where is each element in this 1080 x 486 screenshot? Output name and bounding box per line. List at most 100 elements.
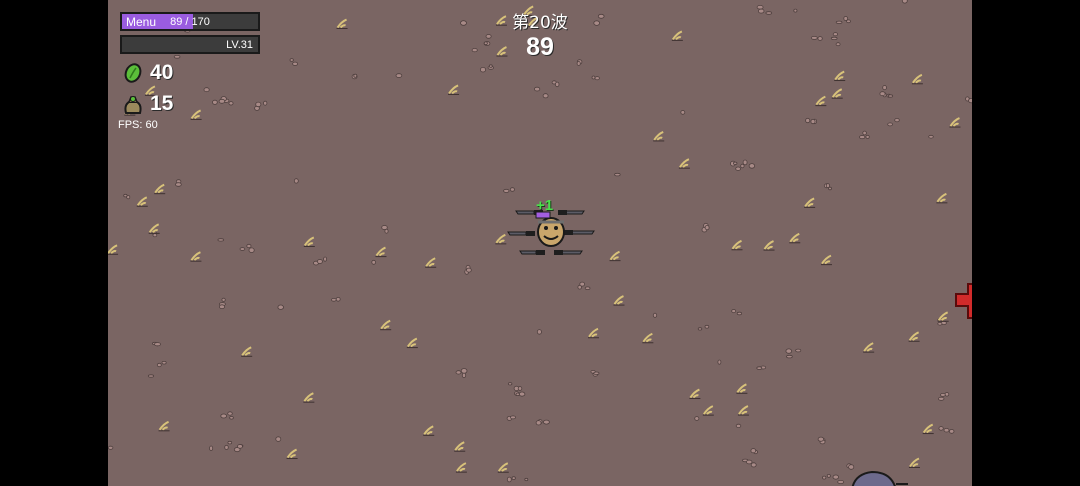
pebble-cluster xyxy=(846,463,855,470)
sprout xyxy=(497,462,509,473)
sprout xyxy=(158,420,170,432)
knife-icon xyxy=(519,250,545,255)
sprout xyxy=(736,383,748,394)
pebble-cluster xyxy=(830,32,839,41)
wave-timer: 89 xyxy=(526,33,554,61)
fps-counter: FPS: 60 xyxy=(118,119,158,131)
sprout xyxy=(375,246,387,258)
pebble-cluster xyxy=(832,474,845,484)
pebble-cluster xyxy=(805,117,818,125)
sprout xyxy=(148,223,160,234)
green-material-icon xyxy=(124,63,142,83)
sprout xyxy=(731,239,743,251)
sprout xyxy=(949,117,961,128)
pebble-cluster xyxy=(108,445,114,450)
sprout xyxy=(702,405,714,416)
pebble-cluster xyxy=(652,312,658,318)
sprout xyxy=(642,332,654,344)
hp-text: 89 / 170 xyxy=(170,16,210,28)
sprout xyxy=(190,109,202,120)
pebble-cluster xyxy=(817,436,826,445)
sprout xyxy=(336,18,348,30)
pebble-cluster xyxy=(810,36,823,41)
sprout xyxy=(455,462,467,473)
pebble-cluster xyxy=(289,58,299,66)
hp-bar[interactable]: Menu 89 / 170 xyxy=(120,12,260,31)
sprout xyxy=(831,88,843,99)
pebble-cluster xyxy=(503,187,515,193)
pebble-cluster xyxy=(735,423,742,428)
sprout xyxy=(136,196,148,207)
pebble-cluster xyxy=(455,368,468,379)
level-text: LV.31 xyxy=(226,39,253,51)
sprout xyxy=(454,441,466,452)
sprout xyxy=(815,95,827,107)
pebble-cluster xyxy=(464,264,472,275)
sprout xyxy=(911,73,923,85)
pebble-cluster xyxy=(535,419,550,426)
sprout xyxy=(653,131,665,142)
pebble-cluster xyxy=(551,80,560,88)
pebble-cluster xyxy=(147,374,155,378)
pebble-cluster xyxy=(479,64,494,73)
sprout xyxy=(190,251,202,262)
pebble-cluster xyxy=(277,304,284,310)
pebble-cluster xyxy=(239,243,255,253)
pebble-cluster xyxy=(577,281,591,290)
sprout xyxy=(789,232,801,244)
sprout xyxy=(763,240,775,251)
sprout xyxy=(406,337,418,349)
pebble-cluster xyxy=(938,426,955,434)
pebble-cluster xyxy=(506,415,516,421)
pebble-cluster xyxy=(887,118,900,127)
pebble-cluster xyxy=(533,86,549,99)
knife-icon xyxy=(554,250,583,255)
purple-enemy xyxy=(851,470,908,486)
pebble-cluster xyxy=(591,75,600,81)
pebble-cluster xyxy=(175,179,182,187)
knife-icon xyxy=(507,231,535,236)
pebble-cluster xyxy=(590,369,600,377)
sprout xyxy=(908,457,920,469)
pebble-cluster xyxy=(756,365,767,370)
sprout xyxy=(689,388,701,400)
potato-player xyxy=(535,211,565,247)
sprout xyxy=(613,295,625,306)
pebble-cluster xyxy=(313,256,328,266)
sprout xyxy=(425,257,437,268)
sprout xyxy=(804,197,816,208)
pebble-cluster xyxy=(351,73,358,80)
pebble-cluster xyxy=(717,359,722,365)
pebble-cluster xyxy=(219,297,226,310)
pebble-cluster xyxy=(152,341,161,347)
pebble-cluster xyxy=(822,473,831,480)
red-enemy xyxy=(955,283,972,319)
pebble-cluster xyxy=(793,8,798,13)
knife-icon xyxy=(558,210,585,215)
pebble-cluster xyxy=(217,238,225,242)
bag-counter: 15 xyxy=(122,91,173,117)
pebble-cluster xyxy=(203,87,210,93)
sprout xyxy=(671,30,683,41)
sprout xyxy=(678,158,690,169)
sprout xyxy=(737,405,749,416)
pebble-cluster xyxy=(123,193,131,200)
arena: +1 Menu 89 / 170 LV.31 40 15 FPS: 60 第20… xyxy=(108,0,972,486)
sprout xyxy=(241,346,253,357)
pebble-cluster xyxy=(680,110,686,115)
pebble-cluster xyxy=(785,348,802,359)
pebble-cluster xyxy=(506,476,516,483)
pebble-cluster xyxy=(212,98,226,105)
pebble-cluster xyxy=(730,160,741,171)
sprout xyxy=(154,183,166,195)
sprout xyxy=(286,448,298,460)
pebble-cluster xyxy=(371,259,377,265)
xp-bar: LV.31 xyxy=(120,35,260,54)
pebble-cluster xyxy=(331,296,341,302)
sprout xyxy=(303,392,315,403)
sprout xyxy=(863,342,875,353)
pebble-cluster xyxy=(514,391,526,397)
pebble-cluster xyxy=(524,477,529,482)
loot-bag-icon xyxy=(124,96,142,114)
pebble-cluster xyxy=(694,416,700,421)
